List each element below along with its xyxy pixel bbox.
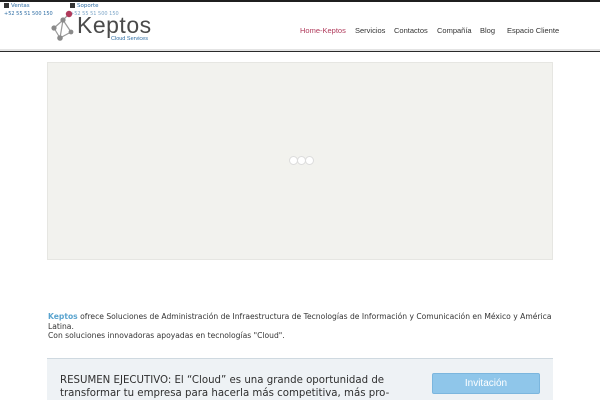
phone-icon	[4, 3, 9, 8]
main-nav: Home-Keptos Servicios Contactos Compañía…	[0, 26, 600, 38]
nav-item-servicios[interactable]: Servicios	[355, 26, 385, 36]
soporte-contact[interactable]: Soporte	[70, 3, 99, 10]
resumen-text: RESUMEN EJECUTIVO: El “Cloud” es una gra…	[60, 375, 390, 399]
intro-text: Keptos ofrece Soluciones de Administraci…	[48, 312, 553, 341]
loader-dot	[305, 156, 314, 165]
nav-item-espacio-cliente[interactable]: Espacio Cliente	[507, 26, 559, 36]
nav-item-contactos[interactable]: Contactos	[394, 26, 428, 36]
hero-slider[interactable]	[47, 62, 553, 260]
invitacion-button[interactable]: Invitación	[432, 373, 540, 394]
soporte-label[interactable]: Soporte	[77, 3, 99, 9]
nav-item-home[interactable]: Home-Keptos	[300, 26, 346, 36]
intro-line-2: Con soluciones innovadoras apoyadas en t…	[48, 331, 285, 340]
nav-item-blog[interactable]: Blog	[480, 26, 495, 36]
ventas-phone[interactable]: +52 55 51 500 150	[4, 11, 53, 17]
header-divider	[0, 49, 600, 52]
resumen-panel: RESUMEN EJECUTIVO: El “Cloud” es una gra…	[47, 358, 553, 400]
nav-item-compania[interactable]: Compañía	[437, 26, 472, 36]
loading-indicator	[289, 156, 315, 166]
top-dark-bar	[0, 0, 600, 2]
support-icon	[70, 3, 75, 8]
ventas-contact[interactable]: Ventas	[4, 3, 30, 10]
intro-line-1: ofrece Soluciones de Administración de I…	[48, 312, 552, 331]
ventas-label[interactable]: Ventas	[11, 3, 30, 9]
intro-brand-link[interactable]: Keptos	[48, 312, 78, 321]
